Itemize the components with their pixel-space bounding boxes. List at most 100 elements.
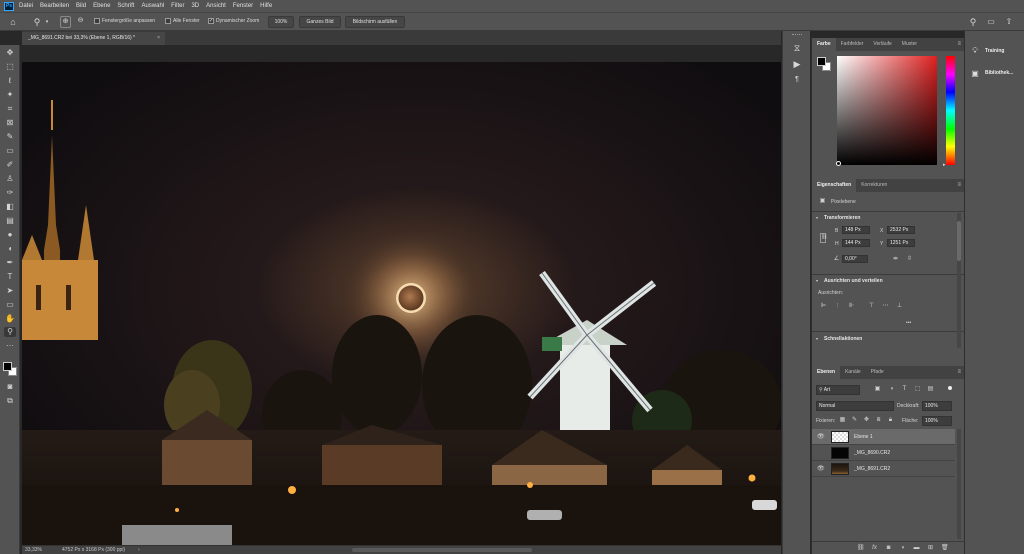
pen-tool-icon[interactable]: ✒ xyxy=(4,258,16,268)
zoom-tool-icon[interactable]: ⚲ xyxy=(32,17,42,27)
x-position-field[interactable]: 2532 Px xyxy=(887,226,915,234)
more-options-icon[interactable]: ••• xyxy=(906,320,911,326)
eraser-tool-icon[interactable]: ◧ xyxy=(4,202,16,212)
horizontal-scrollbar[interactable] xyxy=(352,548,532,552)
tab-farbe[interactable]: Farbe xyxy=(812,38,836,51)
zoom-out-icon[interactable]: ⊖ xyxy=(75,16,86,26)
blend-mode-select[interactable]: Normal xyxy=(816,401,894,411)
history-brush-tool-icon[interactable]: ✑ xyxy=(4,188,16,198)
lock-image-icon[interactable]: ✎ xyxy=(851,417,858,424)
fill-screen-button[interactable]: Bildschirm ausfüllen xyxy=(345,16,405,28)
lock-all-icon[interactable]: 🔒︎ xyxy=(887,417,894,424)
fx-icon[interactable]: fx xyxy=(871,545,878,552)
foreground-color-swatch-top[interactable] xyxy=(3,362,12,371)
trash-icon[interactable]: 🗑︎ xyxy=(941,545,949,552)
filter-adjustment-icon[interactable]: ◑ xyxy=(888,386,895,393)
align-right-icon[interactable]: ⊪ xyxy=(848,303,855,310)
paragraph-panel-icon[interactable]: ¶ xyxy=(792,75,802,85)
quick-actions-title[interactable]: Schnellaktionen xyxy=(824,336,862,342)
menu-schrift[interactable]: Schrift xyxy=(117,3,134,9)
layers-scrollbar[interactable] xyxy=(957,429,961,539)
document-canvas[interactable] xyxy=(22,45,781,545)
marquee-tool-icon[interactable]: ⬚ xyxy=(4,62,16,72)
menu-ansicht[interactable]: Ansicht xyxy=(206,3,226,9)
filter-shape-icon[interactable]: ⬚ xyxy=(914,386,921,393)
all-windows-checkbox[interactable]: Alle Fenster xyxy=(165,18,200,24)
align-left-icon[interactable]: ⊫ xyxy=(820,303,827,310)
panel-menu-icon[interactable]: ≡ xyxy=(957,369,961,375)
tab-verlaeufe[interactable]: Verläufe xyxy=(868,38,896,51)
crop-tool-icon[interactable]: ⌗ xyxy=(4,104,16,114)
width-field[interactable]: 148 Px xyxy=(842,226,870,234)
workspace-icon[interactable]: ▭ xyxy=(985,17,997,27)
brush-tool-icon[interactable]: ✐ xyxy=(4,160,16,170)
gradient-tool-icon[interactable]: ▤ xyxy=(4,216,16,226)
layer-filter-select[interactable]: ⚲ Art xyxy=(816,385,860,395)
color-saturation-field[interactable] xyxy=(837,56,937,165)
fit-screen-button[interactable]: Ganzes Bild xyxy=(299,16,341,28)
frame-tool-icon[interactable]: ⊠ xyxy=(4,118,16,128)
eyedropper-tool-icon[interactable]: ✎ xyxy=(4,132,16,142)
lasso-tool-icon[interactable]: ℓ xyxy=(4,76,16,86)
collapse-chevron-icon[interactable]: ▾ xyxy=(816,215,818,220)
tab-korrekturen[interactable]: Korrekturen xyxy=(856,179,892,192)
menu-ebene[interactable]: Ebene xyxy=(93,3,110,9)
dodge-tool-icon[interactable]: ◖ xyxy=(4,244,16,254)
zoom-status[interactable]: 33,33% xyxy=(25,547,42,553)
menu-fenster[interactable]: Fenster xyxy=(233,3,253,9)
fill-field[interactable]: 100% xyxy=(922,416,952,426)
search-icon[interactable]: ⚲ xyxy=(968,17,978,27)
stamp-tool-icon[interactable]: ♙ xyxy=(4,174,16,184)
folder-icon[interactable]: ▬ xyxy=(913,545,920,552)
zoom-tool-icon[interactable]: ⚲ xyxy=(4,327,16,337)
align-center-h-icon[interactable]: ⫶ xyxy=(834,303,841,310)
tab-kanaele[interactable]: Kanäle xyxy=(840,366,866,379)
layer-row[interactable]: 👁︎ _MG_8691.CR2 xyxy=(812,461,955,477)
new-layer-icon[interactable]: ⊞ xyxy=(927,545,934,552)
move-tool-icon[interactable]: ✥ xyxy=(4,48,16,58)
menu-bild[interactable]: Bild xyxy=(76,3,86,9)
fit-windows-checkbox[interactable]: Fenstergröße anpassen xyxy=(94,18,155,24)
tab-muster[interactable]: Muster xyxy=(897,38,922,51)
home-icon[interactable]: ⌂ xyxy=(8,17,18,27)
angle-field[interactable]: 0,00° xyxy=(842,255,868,263)
panel-menu-icon[interactable]: ≡ xyxy=(957,182,961,188)
menu-3d[interactable]: 3D xyxy=(191,3,199,9)
filter-toggle-icon[interactable] xyxy=(948,386,952,390)
menu-hilfe[interactable]: Hilfe xyxy=(260,3,272,9)
training-button[interactable]: 💡︎ Training xyxy=(965,42,1024,60)
visibility-off-icon[interactable]: ▫ xyxy=(817,449,819,455)
collapse-chevron-icon[interactable]: ▾ xyxy=(816,336,818,341)
libraries-button[interactable]: ▣ Bibliothek... xyxy=(965,64,1024,82)
document-tab[interactable]: _MG_8691.CR2 bei 33,3% (Ebene 1, RGB/16)… xyxy=(22,32,165,45)
y-position-field[interactable]: 1251 Px xyxy=(887,239,915,247)
filter-pixel-icon[interactable]: ▣ xyxy=(874,386,881,393)
filter-type-icon[interactable]: T xyxy=(901,386,908,393)
color-picker-marker[interactable] xyxy=(836,161,841,166)
more-tools-icon[interactable]: ··· xyxy=(4,341,16,351)
transform-title[interactable]: Transformieren xyxy=(824,215,860,221)
hand-tool-icon[interactable]: ✋ xyxy=(4,314,16,324)
flip-horizontal-icon[interactable]: ⇹ xyxy=(892,256,899,263)
align-bottom-icon[interactable]: ⊥ xyxy=(896,303,903,310)
menu-bearbeiten[interactable]: Bearbeiten xyxy=(40,3,69,9)
path-selection-tool-icon[interactable]: ➤ xyxy=(4,286,16,296)
visibility-eye-icon[interactable]: 👁︎ xyxy=(817,465,825,472)
screen-mode-icon[interactable]: ⧉ xyxy=(4,396,16,406)
hue-slider[interactable] xyxy=(946,56,955,165)
color-foreground-swatch-top[interactable] xyxy=(817,57,826,66)
tab-farbfelder[interactable]: Farbfelder xyxy=(836,38,869,51)
quick-mask-icon[interactable]: ◙ xyxy=(4,382,16,392)
zoom-100-button[interactable]: 100% xyxy=(268,16,294,28)
lock-artboard-icon[interactable]: ⧈ xyxy=(875,417,882,424)
actions-panel-icon[interactable]: ▶ xyxy=(792,59,802,69)
link-icon[interactable]: ⛓ xyxy=(857,545,865,552)
menu-filter[interactable]: Filter xyxy=(171,3,184,9)
lock-position-icon[interactable]: ✥ xyxy=(863,417,870,424)
flip-vertical-icon[interactable]: ⇳ xyxy=(906,256,913,263)
menu-datei[interactable]: Datei xyxy=(19,3,33,9)
dock-grip-icon[interactable] xyxy=(792,34,802,36)
hue-slider-handle-icon[interactable]: ▸ xyxy=(943,162,946,168)
chevron-down-icon[interactable]: ▾ xyxy=(44,17,50,27)
panel-menu-icon[interactable]: ≡ xyxy=(957,41,961,47)
